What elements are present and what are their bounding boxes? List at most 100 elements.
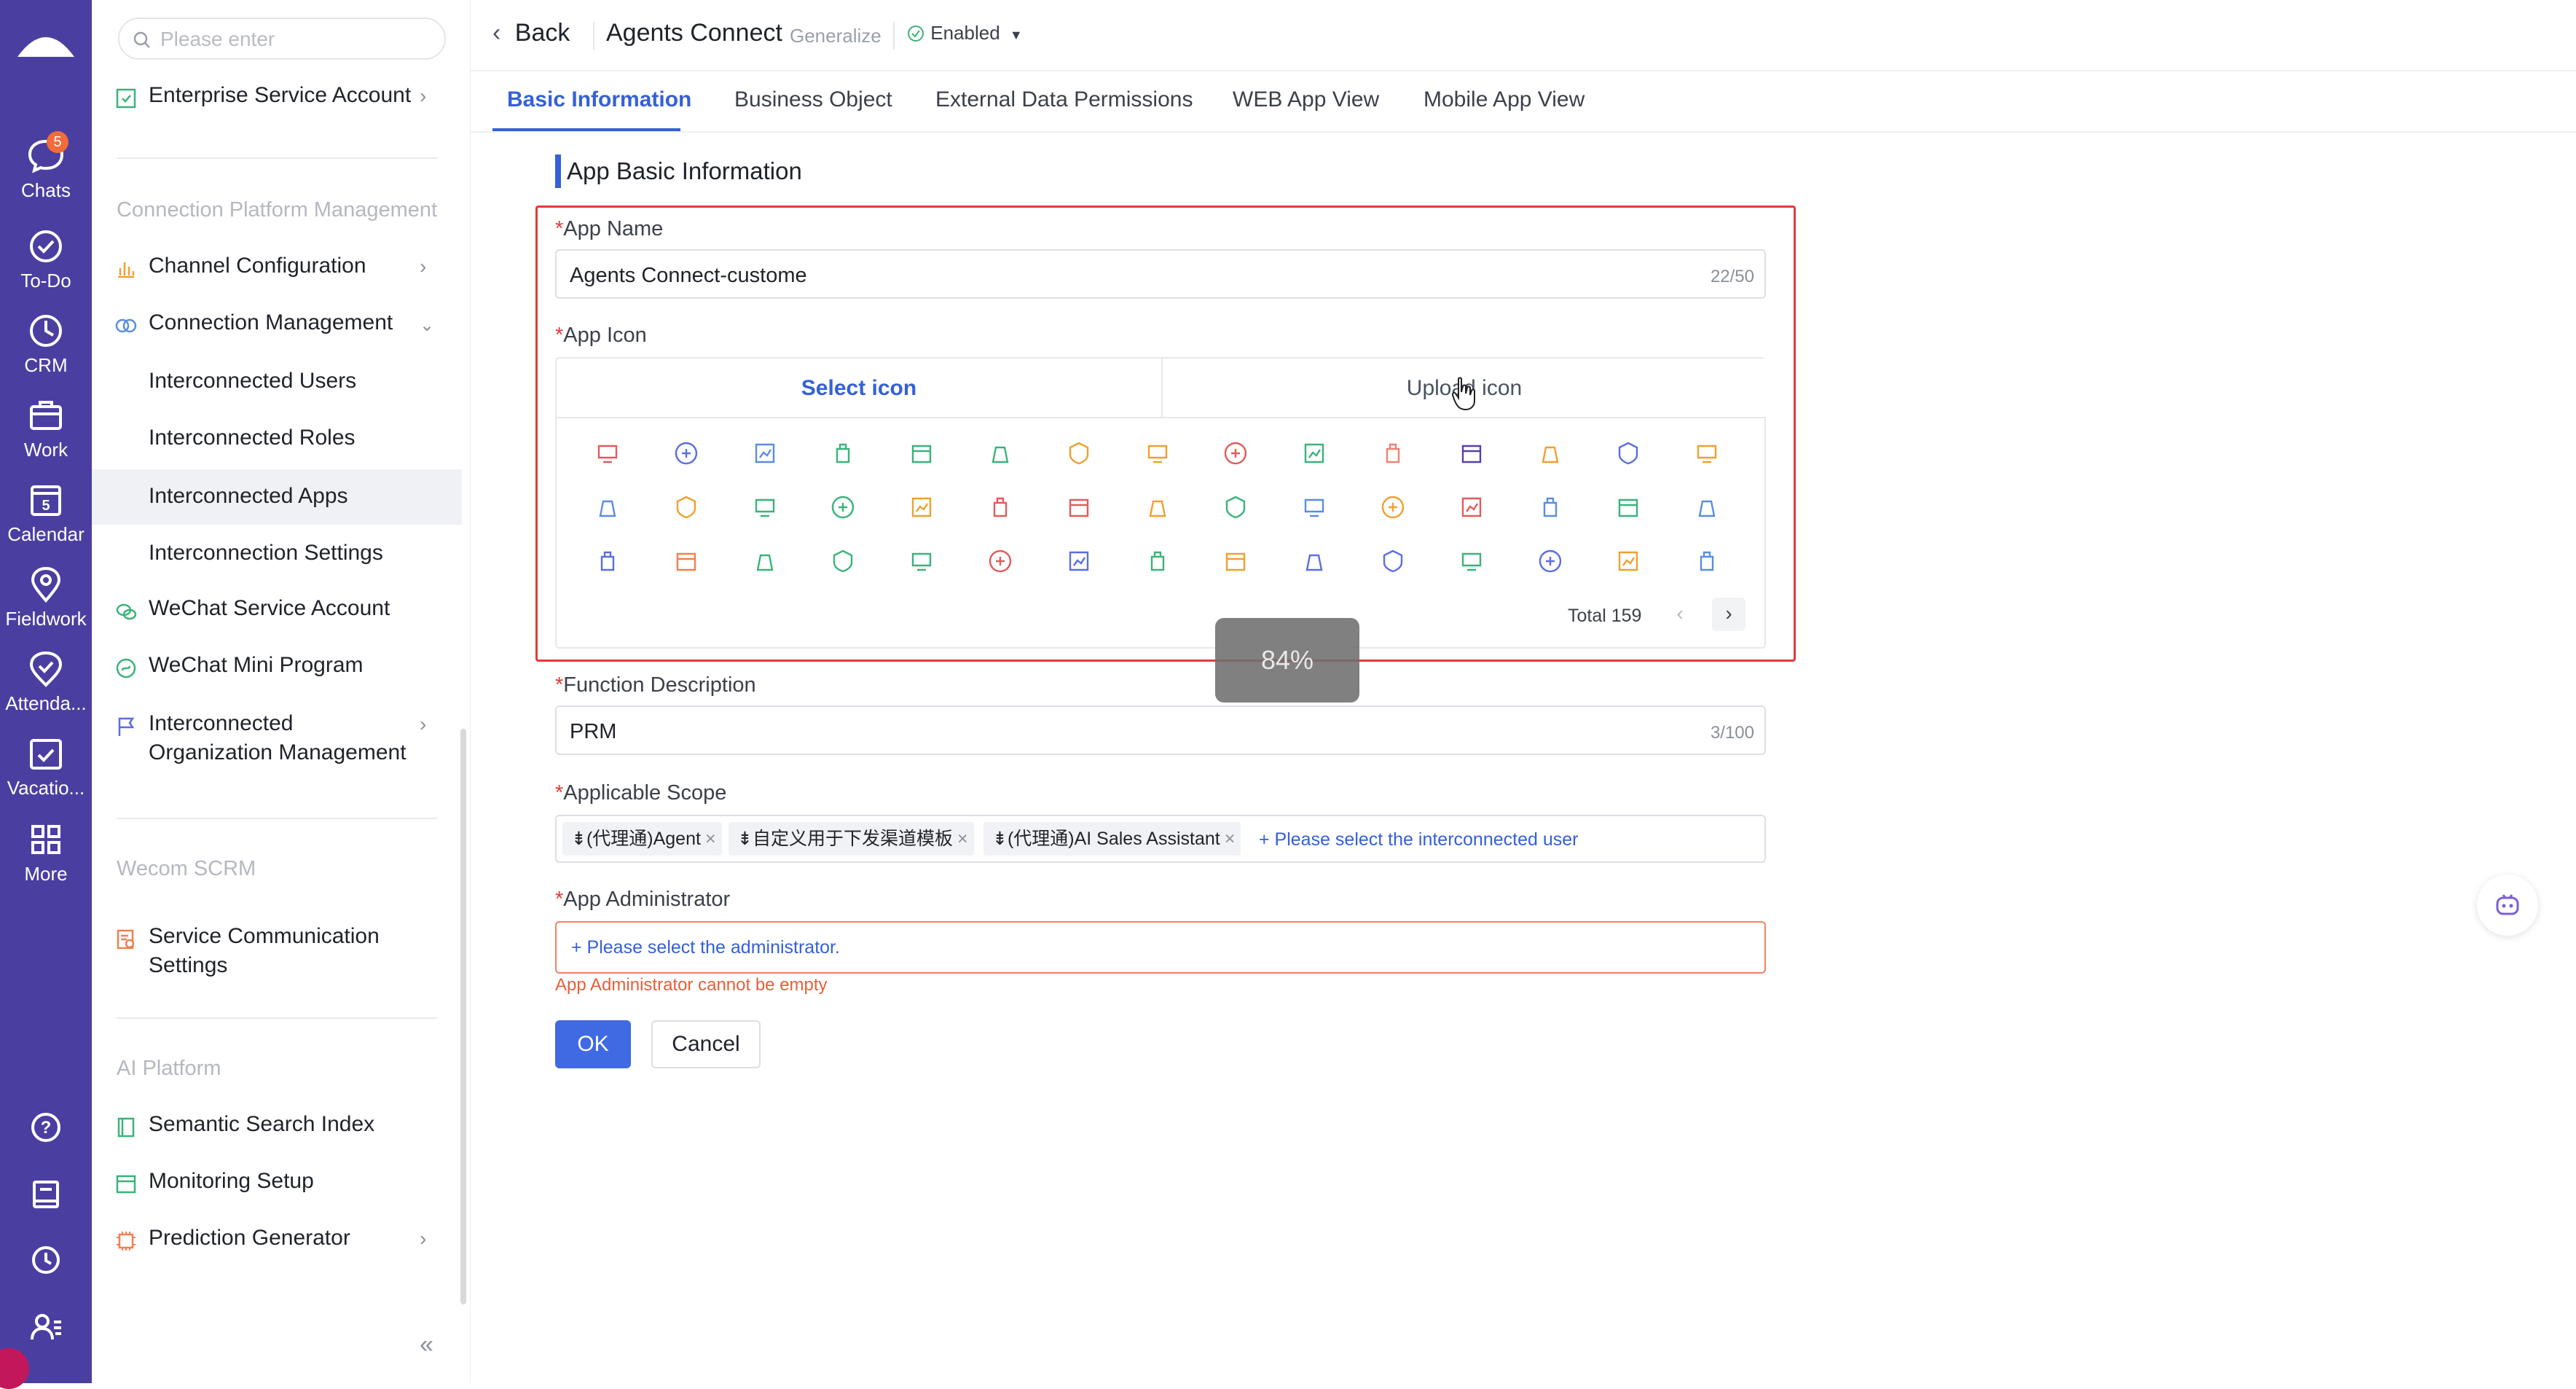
rail-item-calendar[interactable]: 5 Calendar (0, 480, 92, 546)
add-administrator-link[interactable]: + Please select the administrator. (571, 937, 840, 958)
selectable-app-icon[interactable] (1694, 494, 1720, 520)
sidebar-item-prediction-generator[interactable]: Prediction Generator › (92, 1213, 471, 1268)
applicable-scope-field[interactable]: ⇟(代理通)Agent × ⇟自定义用于下发渠道模板 × ⇟(代理通)AI Sale… (555, 815, 1766, 863)
rail-item-more[interactable]: More (0, 819, 92, 885)
selectable-app-icon[interactable] (1694, 548, 1720, 574)
prev-page-button[interactable]: ‹ (1664, 598, 1696, 630)
selectable-app-icon[interactable] (1380, 548, 1406, 574)
selectable-app-icon[interactable] (987, 548, 1013, 574)
sidebar-item-monitoring-setup[interactable]: Monitoring Setup (92, 1156, 471, 1211)
selectable-app-icon[interactable] (1380, 440, 1406, 466)
tab-web-app-view[interactable]: WEB App View (1233, 87, 1379, 112)
selectable-app-icon[interactable] (752, 440, 778, 466)
selectable-app-icon[interactable] (1615, 494, 1641, 520)
cancel-button[interactable]: Cancel (651, 1020, 761, 1068)
selectable-app-icon[interactable] (1066, 440, 1092, 466)
rail-item-crm[interactable]: CRM (0, 310, 92, 377)
selectable-app-icon[interactable] (908, 548, 935, 574)
selectable-app-icon[interactable] (1066, 548, 1092, 574)
sidebar-item-semantic-search-index[interactable]: Semantic Search Index (92, 1099, 471, 1154)
sidebar-item-interconnected-roles[interactable]: Interconnected Roles (92, 411, 462, 466)
selectable-app-icon[interactable] (594, 548, 621, 574)
sidebar-item-service-communication-settings[interactable]: Service Communication Settings (92, 911, 471, 991)
remove-tag-icon[interactable]: × (957, 829, 968, 849)
function-description-input[interactable]: PRM 3/100 (555, 705, 1766, 755)
sidebar-item-channel-configuration[interactable]: Channel Configuration › (92, 240, 471, 296)
sidebar-item-interconnected-users[interactable]: Interconnected Users (92, 354, 462, 410)
generalize-link[interactable]: Generalize (790, 25, 881, 47)
sidebar-item-connection-management[interactable]: Connection Management ⌄ (92, 297, 471, 353)
back-button[interactable]: ‹ Back (492, 19, 570, 47)
selectable-app-icon[interactable] (1458, 494, 1485, 520)
remove-tag-icon[interactable]: × (1225, 829, 1236, 849)
ok-button[interactable]: OK (555, 1020, 631, 1068)
selectable-app-icon[interactable] (1222, 548, 1249, 574)
selectable-app-icon[interactable] (1144, 440, 1171, 466)
selectable-app-icon[interactable] (830, 548, 856, 574)
tab-business-object[interactable]: Business Object (734, 87, 892, 112)
add-interconnected-user-link[interactable]: + Please select the interconnected user (1259, 829, 1578, 850)
app-name-input[interactable]: Agents Connect-custome 22/50 (555, 249, 1766, 299)
selectable-app-icon[interactable] (1380, 494, 1406, 520)
remove-tag-icon[interactable]: × (705, 829, 716, 849)
rail-item-fieldwork[interactable]: Fieldwork (0, 564, 92, 630)
selectable-app-icon[interactable] (1537, 494, 1563, 520)
selectable-app-icon[interactable] (673, 494, 699, 520)
selectable-app-icon[interactable] (752, 494, 778, 520)
selectable-app-icon[interactable] (752, 548, 778, 574)
tab-external-data-permissions[interactable]: External Data Permissions (935, 87, 1193, 112)
selectable-app-icon[interactable] (1144, 494, 1171, 520)
rail-item-todo[interactable]: To-Do (0, 226, 92, 292)
selectable-app-icon[interactable] (830, 494, 856, 520)
selectable-app-icon[interactable] (987, 440, 1013, 466)
selectable-app-icon[interactable] (1144, 548, 1171, 574)
rail-item-vacation[interactable]: Vacatio... (0, 733, 92, 799)
selectable-app-icon[interactable] (1694, 440, 1720, 466)
sidebar-item-interconnected-organization[interactable]: Interconnected Organization Management › (92, 698, 471, 778)
rail-contacts[interactable] (0, 1309, 92, 1345)
sidebar-item-interconnected-apps[interactable]: Interconnected Apps (92, 469, 462, 525)
selectable-app-icon[interactable] (908, 494, 935, 520)
rail-help[interactable]: ? (0, 1109, 92, 1146)
sidebar-scrollbar[interactable] (460, 729, 466, 1304)
selectable-app-icon[interactable] (594, 494, 621, 520)
selectable-app-icon[interactable] (1615, 548, 1641, 574)
rail-history[interactable] (0, 1242, 92, 1278)
rail-item-chats[interactable]: 5 Chats (0, 131, 92, 202)
select-icon-tab[interactable]: Select icon (557, 359, 1161, 418)
selectable-app-icon[interactable] (673, 440, 699, 466)
selectable-app-icon[interactable] (1615, 440, 1641, 466)
selectable-app-icon[interactable] (1301, 440, 1327, 466)
sidebar-item-wechat-mini-program[interactable]: WeChat Mini Program (92, 640, 471, 695)
selectable-app-icon[interactable] (1458, 440, 1485, 466)
selectable-app-icon[interactable] (1301, 494, 1327, 520)
selectable-app-icon[interactable] (594, 440, 621, 466)
selectable-app-icon[interactable] (830, 440, 856, 466)
selectable-app-icon[interactable] (987, 494, 1013, 520)
selectable-app-icon[interactable] (1458, 548, 1485, 574)
tab-mobile-app-view[interactable]: Mobile App View (1424, 87, 1585, 112)
selectable-app-icon[interactable] (1222, 440, 1249, 466)
selectable-app-icon[interactable] (673, 548, 699, 574)
ai-assistant-button[interactable] (2477, 875, 2538, 936)
selectable-app-icon[interactable] (1066, 494, 1092, 520)
search-input[interactable] (159, 25, 436, 54)
sidebar-item-wechat-service-account[interactable]: WeChat Service Account (92, 583, 471, 638)
next-page-button[interactable]: › (1712, 598, 1746, 631)
collapse-sidebar-icon[interactable]: « (420, 1331, 433, 1359)
rail-item-attendance[interactable]: Attenda... (0, 649, 92, 715)
selectable-app-icon[interactable] (1537, 440, 1563, 466)
tab-basic-information[interactable]: Basic Information (507, 87, 691, 112)
sidebar-item-enterprise-service-account[interactable]: Enterprise Service Account › (92, 70, 471, 125)
sidebar-item-interconnection-settings[interactable]: Interconnection Settings (92, 526, 462, 582)
rail-item-work[interactable]: Work (0, 395, 92, 461)
rail-notebook[interactable] (0, 1176, 92, 1213)
app-administrator-field[interactable]: + Please select the administrator. (555, 921, 1766, 974)
status-dropdown[interactable]: Enabled ▼ (906, 22, 1023, 44)
briefcase-icon (30, 401, 62, 430)
selectable-app-icon[interactable] (908, 440, 935, 466)
selectable-app-icon[interactable] (1222, 494, 1249, 520)
sidebar-search[interactable] (118, 17, 446, 60)
selectable-app-icon[interactable] (1537, 548, 1563, 574)
selectable-app-icon[interactable] (1301, 548, 1327, 574)
